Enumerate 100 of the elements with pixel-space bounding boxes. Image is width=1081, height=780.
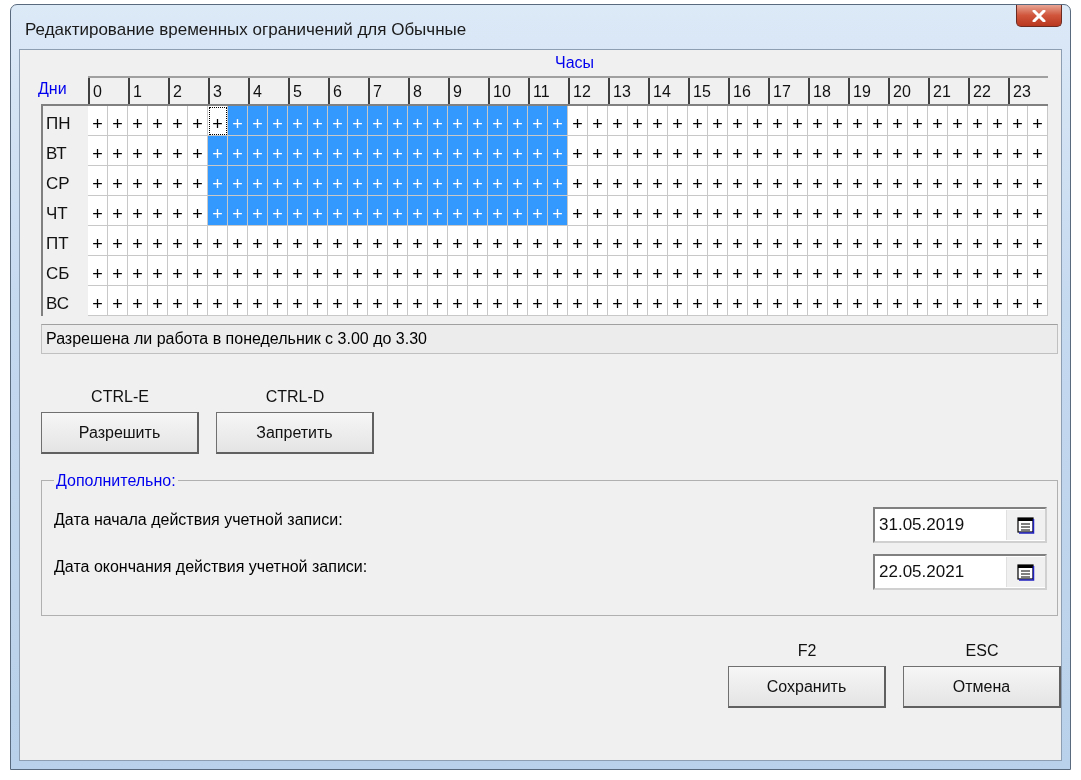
schedule-cell[interactable]: + <box>328 226 348 256</box>
schedule-cell[interactable]: + <box>888 256 908 286</box>
schedule-cell[interactable]: + <box>568 136 588 166</box>
schedule-cell[interactable]: + <box>908 136 928 166</box>
schedule-cell[interactable]: + <box>668 256 688 286</box>
schedule-cell[interactable]: + <box>848 286 868 316</box>
schedule-cell[interactable]: + <box>228 256 248 286</box>
schedule-cell[interactable]: + <box>748 196 768 226</box>
schedule-cell[interactable]: + <box>168 196 188 226</box>
schedule-cell[interactable]: + <box>528 226 548 256</box>
schedule-cell[interactable]: + <box>948 256 968 286</box>
schedule-cell[interactable]: + <box>448 226 468 256</box>
schedule-cell[interactable]: + <box>508 256 528 286</box>
schedule-cell[interactable]: + <box>728 166 748 196</box>
schedule-cell[interactable]: + <box>828 226 848 256</box>
schedule-cell[interactable]: + <box>188 106 208 136</box>
schedule-cell[interactable]: + <box>608 286 628 316</box>
schedule-cell[interactable]: + <box>708 286 728 316</box>
schedule-cell[interactable]: + <box>128 256 148 286</box>
date-field[interactable]: 31.05.2019 <box>873 507 1047 543</box>
schedule-cell[interactable]: + <box>88 166 108 196</box>
schedule-cell[interactable]: + <box>868 136 888 166</box>
schedule-cell[interactable]: + <box>148 106 168 136</box>
schedule-cell[interactable]: + <box>828 286 848 316</box>
schedule-cell[interactable]: + <box>868 196 888 226</box>
schedule-cell[interactable]: + <box>668 106 688 136</box>
schedule-cell[interactable]: + <box>308 256 328 286</box>
schedule-cell[interactable]: + <box>988 256 1008 286</box>
schedule-cell[interactable]: + <box>808 256 828 286</box>
schedule-cell[interactable]: + <box>188 196 208 226</box>
schedule-cell[interactable]: + <box>1028 226 1048 256</box>
schedule-cell[interactable]: + <box>928 286 948 316</box>
schedule-cell[interactable]: + <box>868 286 888 316</box>
schedule-cell[interactable]: + <box>788 106 808 136</box>
schedule-cell[interactable]: + <box>688 196 708 226</box>
close-button[interactable] <box>1016 5 1062 27</box>
schedule-cell[interactable]: + <box>108 106 128 136</box>
schedule-cell[interactable]: + <box>288 256 308 286</box>
schedule-cell[interactable]: + <box>428 226 448 256</box>
schedule-cell[interactable]: + <box>488 256 508 286</box>
schedule-cell[interactable]: + <box>128 286 148 316</box>
schedule-cell[interactable]: + <box>1028 136 1048 166</box>
schedule-cell[interactable]: + <box>608 136 628 166</box>
schedule-cell[interactable]: + <box>88 226 108 256</box>
schedule-cell[interactable]: + <box>928 226 948 256</box>
schedule-cell[interactable]: + <box>888 166 908 196</box>
schedule-cell[interactable]: + <box>168 136 188 166</box>
schedule-cell[interactable]: + <box>528 256 548 286</box>
schedule-cell[interactable]: + <box>508 226 528 256</box>
schedule-cell[interactable]: + <box>388 256 408 286</box>
schedule-cell[interactable]: + <box>708 256 728 286</box>
schedule-cell[interactable]: + <box>568 166 588 196</box>
schedule-cell[interactable]: + <box>668 226 688 256</box>
schedule-cell[interactable]: + <box>708 196 728 226</box>
schedule-cell[interactable]: + <box>928 136 948 166</box>
schedule-cell[interactable]: + <box>468 256 488 286</box>
schedule-cell[interactable]: + <box>1028 196 1048 226</box>
schedule-cell[interactable]: + <box>748 256 768 286</box>
schedule-cell[interactable]: + <box>988 226 1008 256</box>
schedule-cell[interactable]: + <box>768 256 788 286</box>
schedule-cell[interactable]: + <box>368 226 388 256</box>
schedule-cell[interactable]: + <box>948 286 968 316</box>
schedule-cell[interactable]: + <box>628 106 648 136</box>
schedule-cell[interactable]: + <box>248 256 268 286</box>
schedule-cell[interactable]: + <box>868 226 888 256</box>
schedule-cell[interactable]: + <box>688 106 708 136</box>
schedule-cell[interactable]: + <box>168 106 188 136</box>
schedule-cell[interactable]: + <box>268 256 288 286</box>
schedule-cell[interactable]: + <box>788 226 808 256</box>
schedule-cell[interactable]: + <box>948 226 968 256</box>
schedule-cell[interactable]: + <box>108 136 128 166</box>
schedule-cell[interactable]: + <box>688 256 708 286</box>
schedule-cell[interactable]: + <box>648 106 668 136</box>
schedule-cell[interactable]: + <box>728 136 748 166</box>
schedule-cell[interactable]: + <box>508 286 528 316</box>
schedule-cell[interactable]: + <box>608 256 628 286</box>
schedule-cell[interactable]: + <box>268 286 288 316</box>
schedule-cell[interactable]: + <box>848 106 868 136</box>
schedule-cell[interactable]: + <box>1008 286 1028 316</box>
schedule-cell[interactable]: + <box>148 286 168 316</box>
schedule-cell[interactable]: + <box>748 136 768 166</box>
schedule-cell[interactable]: + <box>688 166 708 196</box>
schedule-cell[interactable]: + <box>88 256 108 286</box>
schedule-cell[interactable]: + <box>208 286 228 316</box>
schedule-cell[interactable]: + <box>408 256 428 286</box>
schedule-cell[interactable]: + <box>168 256 188 286</box>
schedule-cell[interactable]: + <box>708 136 728 166</box>
schedule-cell[interactable]: + <box>768 226 788 256</box>
schedule-cell[interactable]: + <box>408 286 428 316</box>
schedule-cell[interactable]: + <box>588 136 608 166</box>
schedule-cell[interactable]: + <box>188 286 208 316</box>
schedule-cell[interactable]: + <box>128 106 148 136</box>
schedule-cell[interactable]: + <box>208 106 228 136</box>
schedule-cell[interactable]: + <box>648 136 668 166</box>
schedule-cell[interactable]: + <box>848 166 868 196</box>
schedule-cell[interactable]: + <box>128 226 148 256</box>
calendar-icon[interactable] <box>1017 516 1035 534</box>
schedule-cell[interactable]: + <box>608 196 628 226</box>
schedule-cell[interactable]: + <box>848 136 868 166</box>
schedule-cell[interactable]: + <box>588 196 608 226</box>
